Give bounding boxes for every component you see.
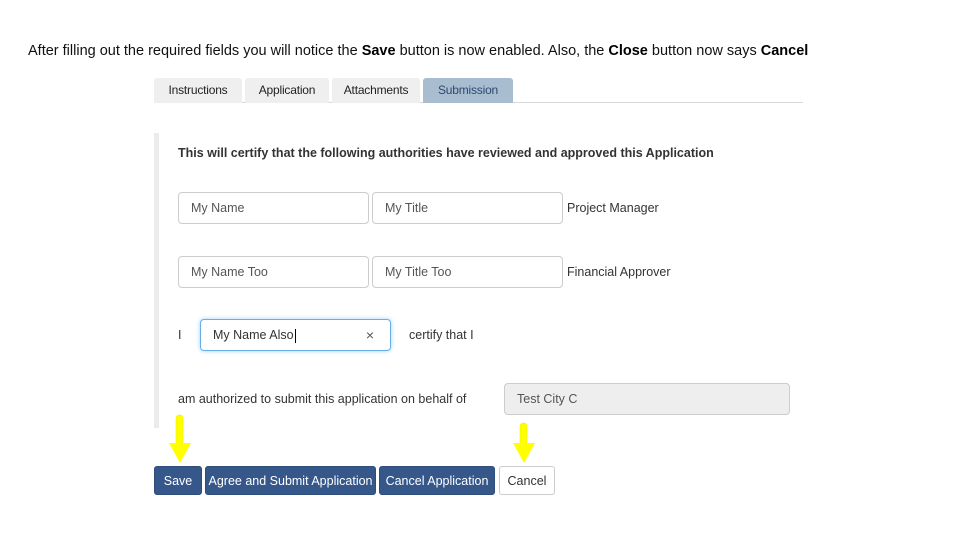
tab-bar: Instructions Application Attachments Sub… — [154, 78, 803, 103]
tab-instructions[interactable]: Instructions — [154, 78, 242, 103]
tab-attachments[interactable]: Attachments — [332, 78, 420, 103]
agree-submit-button[interactable]: Agree and Submit Application — [205, 466, 376, 495]
certify-prefix-label: I — [178, 328, 182, 342]
text-cursor — [294, 328, 296, 343]
caption-bold-cancel: Cancel — [760, 43, 809, 59]
approver-2-title-input[interactable]: My Title Too — [372, 256, 563, 288]
cancel-application-button[interactable]: Cancel Application — [379, 466, 495, 495]
save-arrow-icon — [169, 414, 191, 463]
approver-1-title-input[interactable]: My Title — [372, 192, 563, 224]
certifier-name-input[interactable]: My Name Also × — [200, 319, 391, 351]
caption-bold-close: Close — [608, 43, 648, 59]
authorized-label: am authorized to submit this application… — [178, 392, 467, 406]
approver-2-role-label: Financial Approver — [567, 265, 671, 279]
cancel-button[interactable]: Cancel — [499, 466, 555, 495]
approver-1-name-input[interactable]: My Name — [178, 192, 369, 224]
clear-icon[interactable]: × — [366, 320, 374, 350]
instruction-caption: After filling out the required fields yo… — [28, 43, 948, 59]
cancel-arrow-icon — [513, 422, 535, 463]
certifier-name-value: My Name Also — [213, 328, 294, 342]
organization-field: Test City C — [504, 383, 790, 415]
caption-text: button is now enabled. Also, the — [395, 43, 609, 59]
tab-application[interactable]: Application — [245, 78, 329, 103]
caption-bold-save: Save — [361, 43, 396, 59]
save-button[interactable]: Save — [154, 466, 202, 495]
caption-text: button now says — [647, 43, 761, 59]
approver-2-name-input[interactable]: My Name Too — [178, 256, 369, 288]
tab-submission[interactable]: Submission — [423, 78, 513, 103]
certification-heading: This will certify that the following aut… — [178, 146, 714, 160]
approver-1-role-label: Project Manager — [567, 201, 659, 215]
caption-text: After filling out the required fields yo… — [28, 43, 362, 59]
certify-suffix-label: certify that I — [409, 328, 474, 342]
